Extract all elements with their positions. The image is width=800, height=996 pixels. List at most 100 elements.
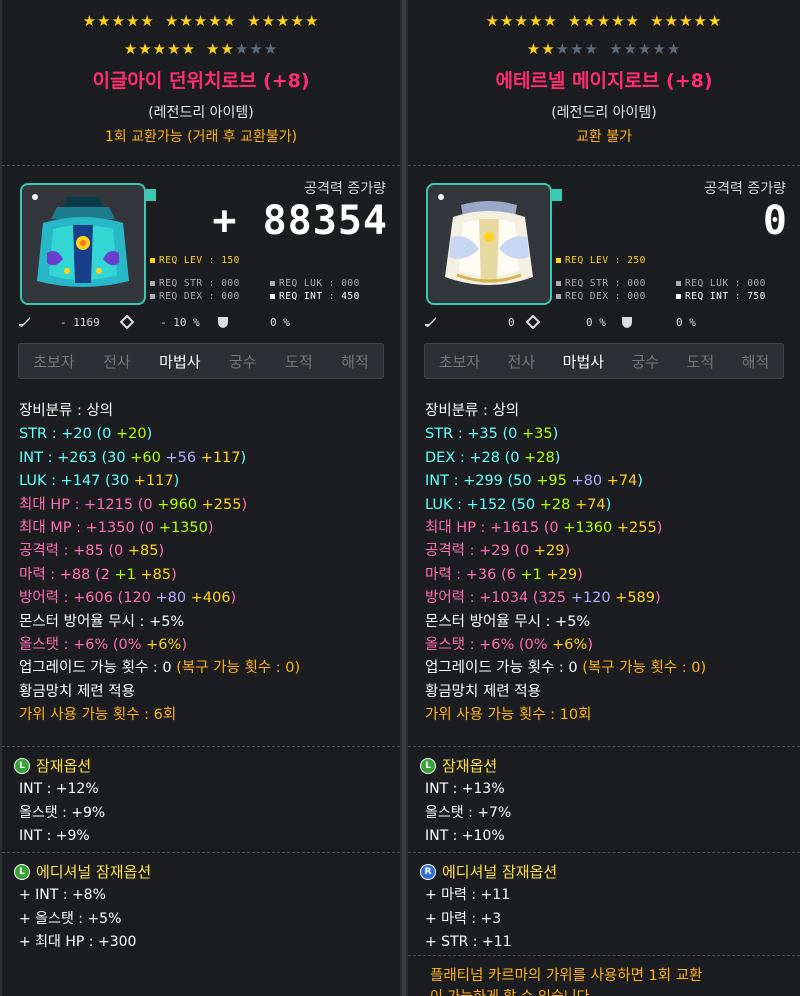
ignore-defense-icon bbox=[120, 315, 134, 329]
star-icon: ★ bbox=[570, 40, 585, 58]
stat-segment: ) bbox=[207, 520, 214, 537]
potential-line: 올스탯 : +7% bbox=[425, 804, 512, 821]
job-pirate: 해적 bbox=[741, 352, 770, 371]
stat-segment: STR : +20 (0 bbox=[19, 426, 116, 443]
stat-segment: 장비분류 : 상의 bbox=[19, 403, 114, 419]
star-icon: ★ bbox=[208, 12, 223, 30]
stat-segment: +80 bbox=[571, 473, 607, 490]
additional-line: + INT : +8% bbox=[19, 887, 106, 903]
star-icon: ★ bbox=[152, 40, 168, 58]
req-int: REQ INT : 750 bbox=[676, 291, 766, 302]
stat-line: 업그레이드 가능 횟수 : 0 (복구 가능 횟수 : 0) bbox=[19, 657, 300, 680]
stat-segment: +1360 bbox=[563, 520, 617, 537]
attack-increase-value: + 88354 bbox=[212, 198, 388, 244]
additional-potential-label: 에디셔널 잠재옵션 bbox=[36, 863, 152, 881]
additional-grade-icon: R bbox=[420, 863, 436, 880]
stat-line: 장비분류 : 상의 bbox=[19, 400, 300, 423]
star-icon: ★ bbox=[181, 40, 196, 58]
additional-grade-icon: L bbox=[14, 863, 30, 880]
stat-segment: +960 bbox=[157, 496, 202, 513]
stat-segment: +95 bbox=[536, 473, 572, 490]
stat-segment: INT : +299 (50 bbox=[425, 473, 537, 490]
stat-segment: ) bbox=[173, 473, 180, 490]
divider bbox=[2, 165, 400, 166]
stat-segment: +117 bbox=[133, 473, 174, 490]
stat-line: 몬스터 방어율 무시 : +5% bbox=[425, 611, 706, 634]
stat-segment: ) bbox=[587, 637, 593, 654]
stat-list: 장비분류 : 상의 STR : +35 (0 +35) DEX : +28 (0 +… bbox=[425, 400, 706, 728]
stat-segment: 최대 HP : +1615 (0 bbox=[425, 520, 564, 537]
star-icon: ★ bbox=[140, 12, 155, 30]
potential-label: 잠재옵션 bbox=[442, 757, 498, 775]
job-warrior: 전사 bbox=[507, 352, 536, 371]
stat-segment: ) bbox=[605, 496, 612, 513]
scissors-notice: 플래티넘 카르마의 가위를 사용하면 1회 교환 bbox=[430, 968, 703, 984]
stat-segment: +60 bbox=[130, 449, 166, 466]
stat-line: 마력 : +36 (6 +1 +29) bbox=[425, 564, 706, 587]
star-icon: ★ bbox=[679, 12, 694, 30]
potential-line: INT : +9% bbox=[19, 828, 90, 844]
stat-segment: ) bbox=[655, 590, 661, 607]
stat-segment: +80 bbox=[155, 590, 191, 607]
req-dex: REQ DEX : 000 bbox=[556, 291, 646, 302]
stat-segment: 가위 사용 가능 횟수 : 6회 bbox=[19, 707, 177, 724]
stat-line: 몬스터 방어율 무시 : +5% bbox=[19, 611, 300, 634]
star-icon: ★ bbox=[514, 12, 529, 30]
star-icon: ★ bbox=[707, 12, 723, 30]
job-archer: 궁수 bbox=[229, 352, 257, 371]
star-icon: ★ bbox=[650, 12, 665, 30]
star-icon: ★ bbox=[526, 40, 542, 58]
job-requirement-bar: 초보자 전사 마법사 궁수 도적 해적 bbox=[424, 343, 784, 379]
stat-segment: +406 bbox=[190, 590, 231, 607]
stat-segment: ) bbox=[240, 449, 247, 466]
additional-potential-header: R 에디셔널 잠재옵션 bbox=[420, 861, 557, 882]
job-magician: 마법사 bbox=[159, 352, 201, 371]
stat-line: 황금망치 제련 적용 bbox=[425, 681, 706, 704]
additional-potential-label: 에디셔널 잠재옵션 bbox=[442, 863, 558, 881]
star-icon: ★ bbox=[555, 40, 571, 58]
stat-segment: ) bbox=[564, 543, 571, 560]
star-icon: ★ bbox=[528, 12, 544, 30]
star-icon: ★ bbox=[625, 12, 641, 30]
damage-value: 0 % bbox=[270, 316, 290, 329]
star-icon: ★ bbox=[261, 12, 277, 30]
stat-line: 최대 HP : +1215 (0 +960 +255) bbox=[19, 494, 300, 517]
job-thief: 도적 bbox=[285, 352, 313, 371]
stat-segment: +29 bbox=[533, 543, 565, 560]
additional-line: + 마력 : +11 bbox=[425, 887, 511, 903]
job-beginner: 초보자 bbox=[438, 352, 481, 371]
stat-line: LUK : +152 (50 +28 +74) bbox=[425, 494, 706, 517]
stat-segment: 공격력 : +85 (0 bbox=[19, 543, 128, 560]
stat-line: 방어력 : +1034 (325 +120 +589) bbox=[425, 587, 706, 610]
item-name: 이글아이 던위치로브 (+8) bbox=[92, 70, 310, 92]
boss-damage-value: - 1169 bbox=[60, 316, 100, 329]
stat-segment: ) bbox=[146, 426, 153, 443]
job-warrior: 전사 bbox=[103, 352, 131, 371]
stat-line: 최대 MP : +1350 (0 +1350) bbox=[19, 517, 300, 540]
item-tooltip-left: ★★★★★ ★★★★★ ★★★★★ ★★★★★ ★★★★★ 이글아이 던위치로브 (+… bbox=[0, 0, 402, 996]
additional-lines: + 마력 : +11 + 마력 : +3 + STR : +11 bbox=[425, 884, 512, 955]
stat-segment: +28 bbox=[539, 496, 575, 513]
stat-segment: ) bbox=[158, 543, 165, 560]
compare-row: 0 0 % 0 % bbox=[424, 313, 786, 333]
divider bbox=[408, 165, 800, 166]
stat-segment: 공격력 : +29 (0 bbox=[425, 543, 534, 560]
stat-segment: 최대 MP : +1350 (0 bbox=[19, 520, 159, 537]
divider bbox=[408, 955, 800, 956]
ignore-defense-value: 0 % bbox=[586, 316, 606, 329]
additional-line: + 최대 HP : +300 bbox=[19, 934, 137, 950]
star-icon: ★ bbox=[97, 12, 112, 30]
stat-segment: 황금망치 제련 적용 bbox=[19, 683, 135, 700]
additional-line: + 마력 : +3 bbox=[425, 910, 502, 927]
divider bbox=[408, 852, 800, 853]
stat-line: 업그레이드 가능 횟수 : 0 (복구 가능 횟수 : 0) bbox=[425, 657, 706, 680]
attack-increase-label: 공격력 증가량 bbox=[704, 181, 786, 197]
item-icon-box bbox=[20, 183, 146, 305]
star-force-row-1: ★★★★★ ★★★★★ ★★★★★ bbox=[408, 12, 800, 30]
stat-segment: +255 bbox=[616, 520, 657, 537]
star-icon: ★ bbox=[596, 12, 612, 30]
potential-header: L 잠재옵션 bbox=[14, 755, 91, 776]
item-name: 에테르넬 메이지로브 (+8) bbox=[495, 70, 713, 92]
req-level: REQ LEV : 250 bbox=[556, 255, 646, 266]
sword-icon bbox=[425, 317, 436, 327]
